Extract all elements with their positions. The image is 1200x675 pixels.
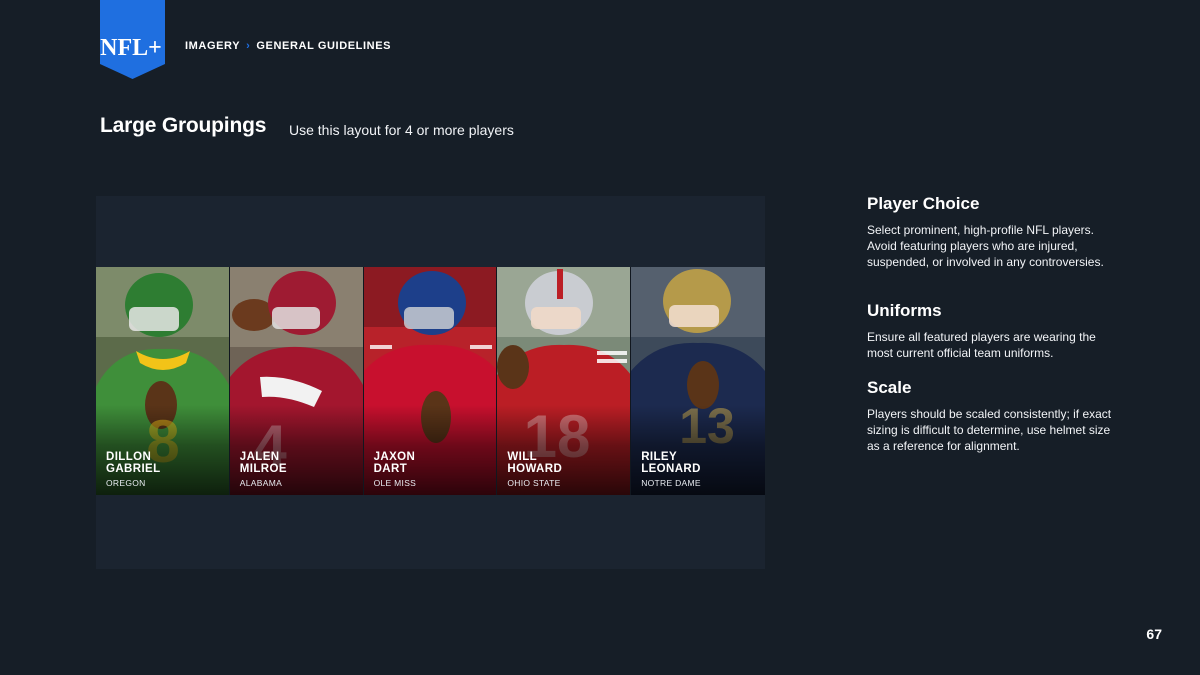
guideline-body: Players should be scaled consistently; i… [867, 407, 1112, 453]
breadcrumb-page: GENERAL GUIDELINES [256, 40, 392, 52]
page-subtitle: Use this layout for 4 or more players [289, 122, 514, 138]
player-school: OHIO STATE [507, 478, 561, 488]
player-name: RILEY LEONARD [641, 451, 701, 475]
player-school: ALABAMA [239, 478, 283, 488]
guideline-player-choice: Player Choice Select prominent, high-pro… [867, 194, 1117, 270]
nfl-plus-logo: NFL+ [100, 0, 165, 80]
guideline-body: Ensure all featured players are wearing … [867, 330, 1096, 360]
player-school: NOTRE DAME [641, 478, 701, 488]
player-card: 4 JALEN MILROE ALABAMA [229, 267, 364, 495]
chevron-right-icon: › [246, 40, 251, 52]
guideline-title: Scale [867, 378, 912, 397]
slide: NFL+ IMAGERY › GENERAL GUIDELINES Large … [0, 0, 1200, 675]
logo-wordmark: NFL+ [100, 35, 162, 61]
layout-example-frame: 8 DILLON GABRIEL OREGON 4 [96, 196, 765, 569]
guideline-scale: Scale Players should be scaled consisten… [867, 378, 1117, 454]
player-card: JAXON DART OLE MISS [363, 267, 498, 495]
breadcrumb-section[interactable]: IMAGERY [185, 40, 240, 52]
player-card: 18 WILL HOWARD OHIO STATE [497, 267, 632, 495]
player-name: JAXON DART [373, 451, 416, 475]
player-card: 13 RILEY LEONARD NOTRE DAME [631, 267, 765, 495]
player-card: 8 DILLON GABRIEL OREGON [96, 267, 230, 495]
guideline-uniforms: Uniforms Ensure all featured players are… [867, 301, 1117, 362]
player-school: OREGON [106, 478, 146, 488]
player-name: WILL HOWARD [507, 451, 563, 475]
page-number: 67 [1146, 626, 1162, 642]
page-title: Large Groupings [100, 114, 267, 137]
guideline-title: Player Choice [867, 194, 980, 213]
guideline-title: Uniforms [867, 301, 942, 320]
player-card-row: 8 DILLON GABRIEL OREGON 4 [96, 267, 765, 495]
player-name: DILLON GABRIEL [106, 451, 161, 475]
guideline-body: Select prominent, high-profile NFL playe… [867, 223, 1104, 269]
player-school: OLE MISS [373, 478, 417, 488]
player-name: JALEN MILROE [239, 451, 287, 475]
breadcrumb: IMAGERY › GENERAL GUIDELINES [185, 40, 391, 52]
